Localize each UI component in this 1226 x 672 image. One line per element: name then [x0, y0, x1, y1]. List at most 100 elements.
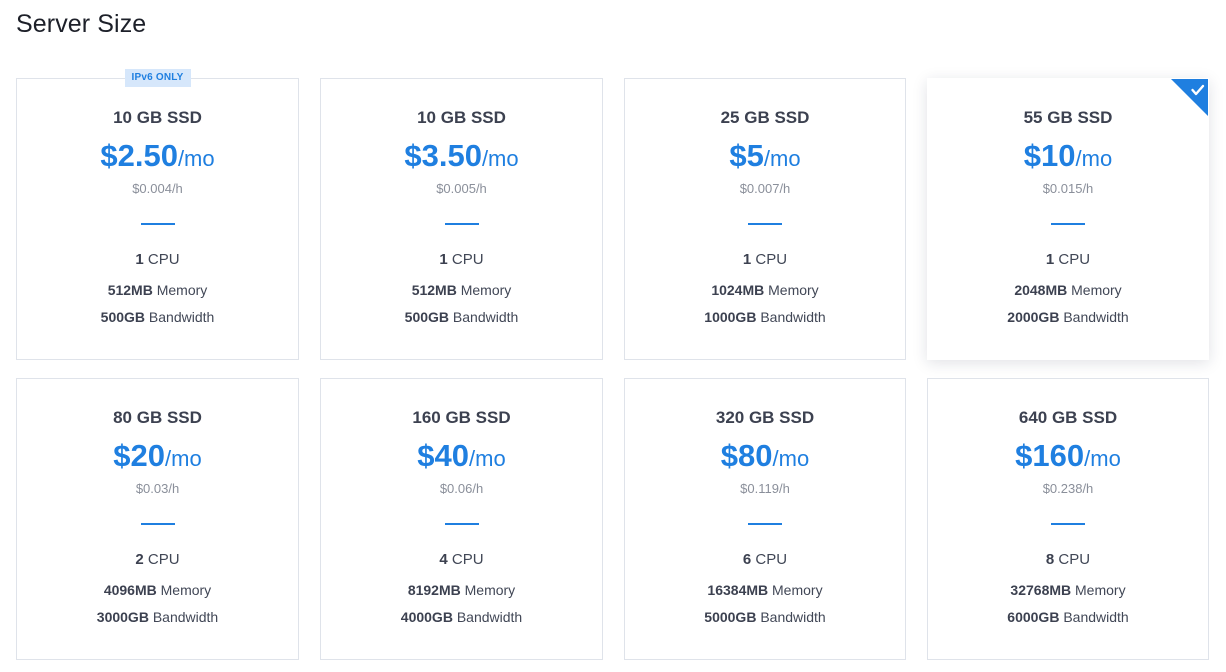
plan-bandwidth-value: 1000GB — [704, 309, 757, 325]
plan-cpu-count: 6 — [742, 551, 752, 568]
plan-memory: 1024MB Memory — [625, 282, 905, 298]
plan-memory: 4096MB Memory — [17, 582, 298, 598]
plan-card-320gb[interactable]: 320 GB SSD $80/mo $0.119/h 6 CPU 16384MB… — [624, 378, 906, 660]
plan-hourly-price: $0.06/h — [439, 481, 484, 496]
plan-hourly-price: $0.005/h — [436, 181, 487, 196]
plan-storage: 55 GB SSD — [1023, 108, 1113, 127]
plan-price-unit: /mo — [763, 146, 801, 171]
plan-card-640gb[interactable]: 640 GB SSD $160/mo $0.238/h 8 CPU 32768M… — [927, 378, 1209, 660]
plan-storage: 640 GB SSD — [1018, 408, 1118, 427]
plan-bandwidth-label: Bandwidth — [756, 609, 826, 625]
plan-bandwidth-value: 500GB — [100, 309, 146, 325]
plan-bandwidth: 4000GB Bandwidth — [321, 609, 602, 625]
plan-cpu-count: 2 — [135, 551, 144, 568]
plan-storage: 320 GB SSD — [715, 408, 815, 427]
plan-bandwidth: 3000GB Bandwidth — [17, 609, 298, 625]
plan-cpu-count: 1 — [742, 251, 752, 268]
plan-divider — [1051, 223, 1085, 225]
plan-price-amount: $10 — [1023, 138, 1076, 173]
plan-cpu-label: CPU — [751, 551, 788, 568]
plan-memory-value: 2048MB — [1014, 282, 1068, 298]
plan-memory-value: 512MB — [107, 282, 153, 298]
plan-bandwidth-value: 5000GB — [704, 609, 757, 625]
plan-cpu-label: CPU — [1054, 551, 1091, 568]
plan-cpu: 1 CPU — [928, 251, 1208, 268]
plan-hourly-price: $0.007/h — [739, 181, 791, 196]
plan-price-amount: $40 — [417, 438, 470, 473]
plan-card-10gb-a[interactable]: IPv6 ONLY 10 GB SSD $2.50/mo $0.004/h 1 … — [16, 69, 299, 360]
plan-price-unit: /mo — [165, 446, 202, 471]
plan-divider — [444, 223, 479, 225]
plan-storage: 80 GB SSD — [113, 408, 202, 427]
plan-divider — [748, 223, 782, 225]
plan-card-25gb[interactable]: 25 GB SSD $5/mo $0.007/h 1 CPU 1024MB Me… — [624, 78, 906, 360]
plan-storage: 10 GB SSD — [417, 108, 506, 127]
plan-hourly-price: $0.119/h — [740, 481, 790, 496]
plan-storage: 10 GB SSD — [113, 108, 202, 127]
plan-bandwidth-label: Bandwidth — [1059, 609, 1129, 625]
plan-price: $160/mo — [928, 437, 1208, 481]
plan-memory-label: Memory — [1071, 582, 1126, 598]
plan-cpu-label: CPU — [143, 551, 180, 568]
plan-memory-label: Memory — [456, 282, 512, 298]
plan-price-unit: /mo — [481, 146, 519, 171]
plan-bandwidth: 500GB Bandwidth — [17, 309, 298, 325]
plan-bandwidth-value: 3000GB — [96, 609, 149, 625]
plan-hourly-price: $0.004/h — [132, 181, 183, 196]
plan-cpu: 4 CPU — [321, 551, 602, 568]
plan-cpu-count: 1 — [1045, 251, 1055, 268]
plan-price-amount: $5 — [729, 138, 764, 173]
plan-price-amount: $20 — [113, 438, 166, 473]
plan-card-80gb[interactable]: 80 GB SSD $20/mo $0.03/h 2 CPU 4096MB Me… — [16, 378, 299, 660]
plan-card-55gb[interactable]: 55 GB SSD $10/mo $0.015/h 1 CPU 2048MB M… — [927, 78, 1209, 360]
plan-price: $5/mo — [625, 137, 905, 181]
plan-price: $10/mo — [928, 137, 1208, 181]
plan-bandwidth-label: Bandwidth — [452, 609, 523, 625]
plan-cpu-label: CPU — [143, 251, 180, 268]
ipv6-only-badge: IPv6 ONLY — [124, 69, 191, 87]
plan-storage: 160 GB SSD — [412, 408, 511, 427]
plan-cpu: 8 CPU — [928, 551, 1208, 568]
plan-price-amount: $2.50 — [100, 138, 178, 173]
plan-card-160gb[interactable]: 160 GB SSD $40/mo $0.06/h 4 CPU 8192MB M… — [320, 378, 603, 660]
plan-bandwidth-label: Bandwidth — [756, 309, 826, 325]
plan-bandwidth-value: 4000GB — [400, 609, 453, 625]
plan-price-amount: $3.50 — [404, 138, 482, 173]
plan-price-unit: /mo — [1084, 446, 1121, 471]
plan-memory-label: Memory — [152, 282, 208, 298]
plan-cpu: 1 CPU — [625, 251, 905, 268]
plan-hourly-price: $0.015/h — [1042, 181, 1094, 196]
plan-memory: 2048MB Memory — [928, 282, 1208, 298]
plan-cpu-count: 1 — [439, 251, 448, 268]
plan-memory: 32768MB Memory — [928, 582, 1208, 598]
plan-memory-label: Memory — [764, 282, 819, 298]
plan-memory-label: Memory — [460, 582, 516, 598]
plan-price-unit: /mo — [469, 446, 506, 471]
plan-memory-value: 512MB — [411, 282, 457, 298]
plan-hourly-price: $0.238/h — [1042, 481, 1094, 496]
plan-memory-value: 1024MB — [711, 282, 765, 298]
plan-memory-value: 4096MB — [103, 582, 157, 598]
plan-price-unit: /mo — [177, 146, 215, 171]
plan-price: $3.50/mo — [321, 137, 602, 181]
plan-bandwidth: 1000GB Bandwidth — [625, 309, 905, 325]
plan-price-unit: /mo — [1075, 146, 1113, 171]
plan-bandwidth: 6000GB Bandwidth — [928, 609, 1208, 625]
plan-price-unit: /mo — [772, 446, 810, 471]
plan-price: $20/mo — [17, 437, 298, 481]
plan-price-amount: $160 — [1015, 438, 1085, 473]
plan-memory-label: Memory — [1067, 282, 1122, 298]
plan-card-10gb-b[interactable]: 10 GB SSD $3.50/mo $0.005/h 1 CPU 512MB … — [320, 78, 603, 360]
plan-memory-value: 32768MB — [1010, 582, 1072, 598]
plan-bandwidth-label: Bandwidth — [1059, 309, 1129, 325]
page-title: Server Size — [16, 10, 147, 38]
plan-price: $80/mo — [625, 437, 905, 481]
plan-bandwidth-label: Bandwidth — [449, 309, 519, 325]
plan-cpu-count: 1 — [135, 251, 144, 268]
plan-memory-value: 8192MB — [407, 582, 461, 598]
plan-divider — [1051, 523, 1085, 525]
plan-memory: 16384MB Memory — [625, 582, 905, 598]
plan-memory: 512MB Memory — [321, 282, 602, 298]
plan-cpu-label: CPU — [1054, 251, 1091, 268]
plan-bandwidth-value: 2000GB — [1007, 309, 1060, 325]
